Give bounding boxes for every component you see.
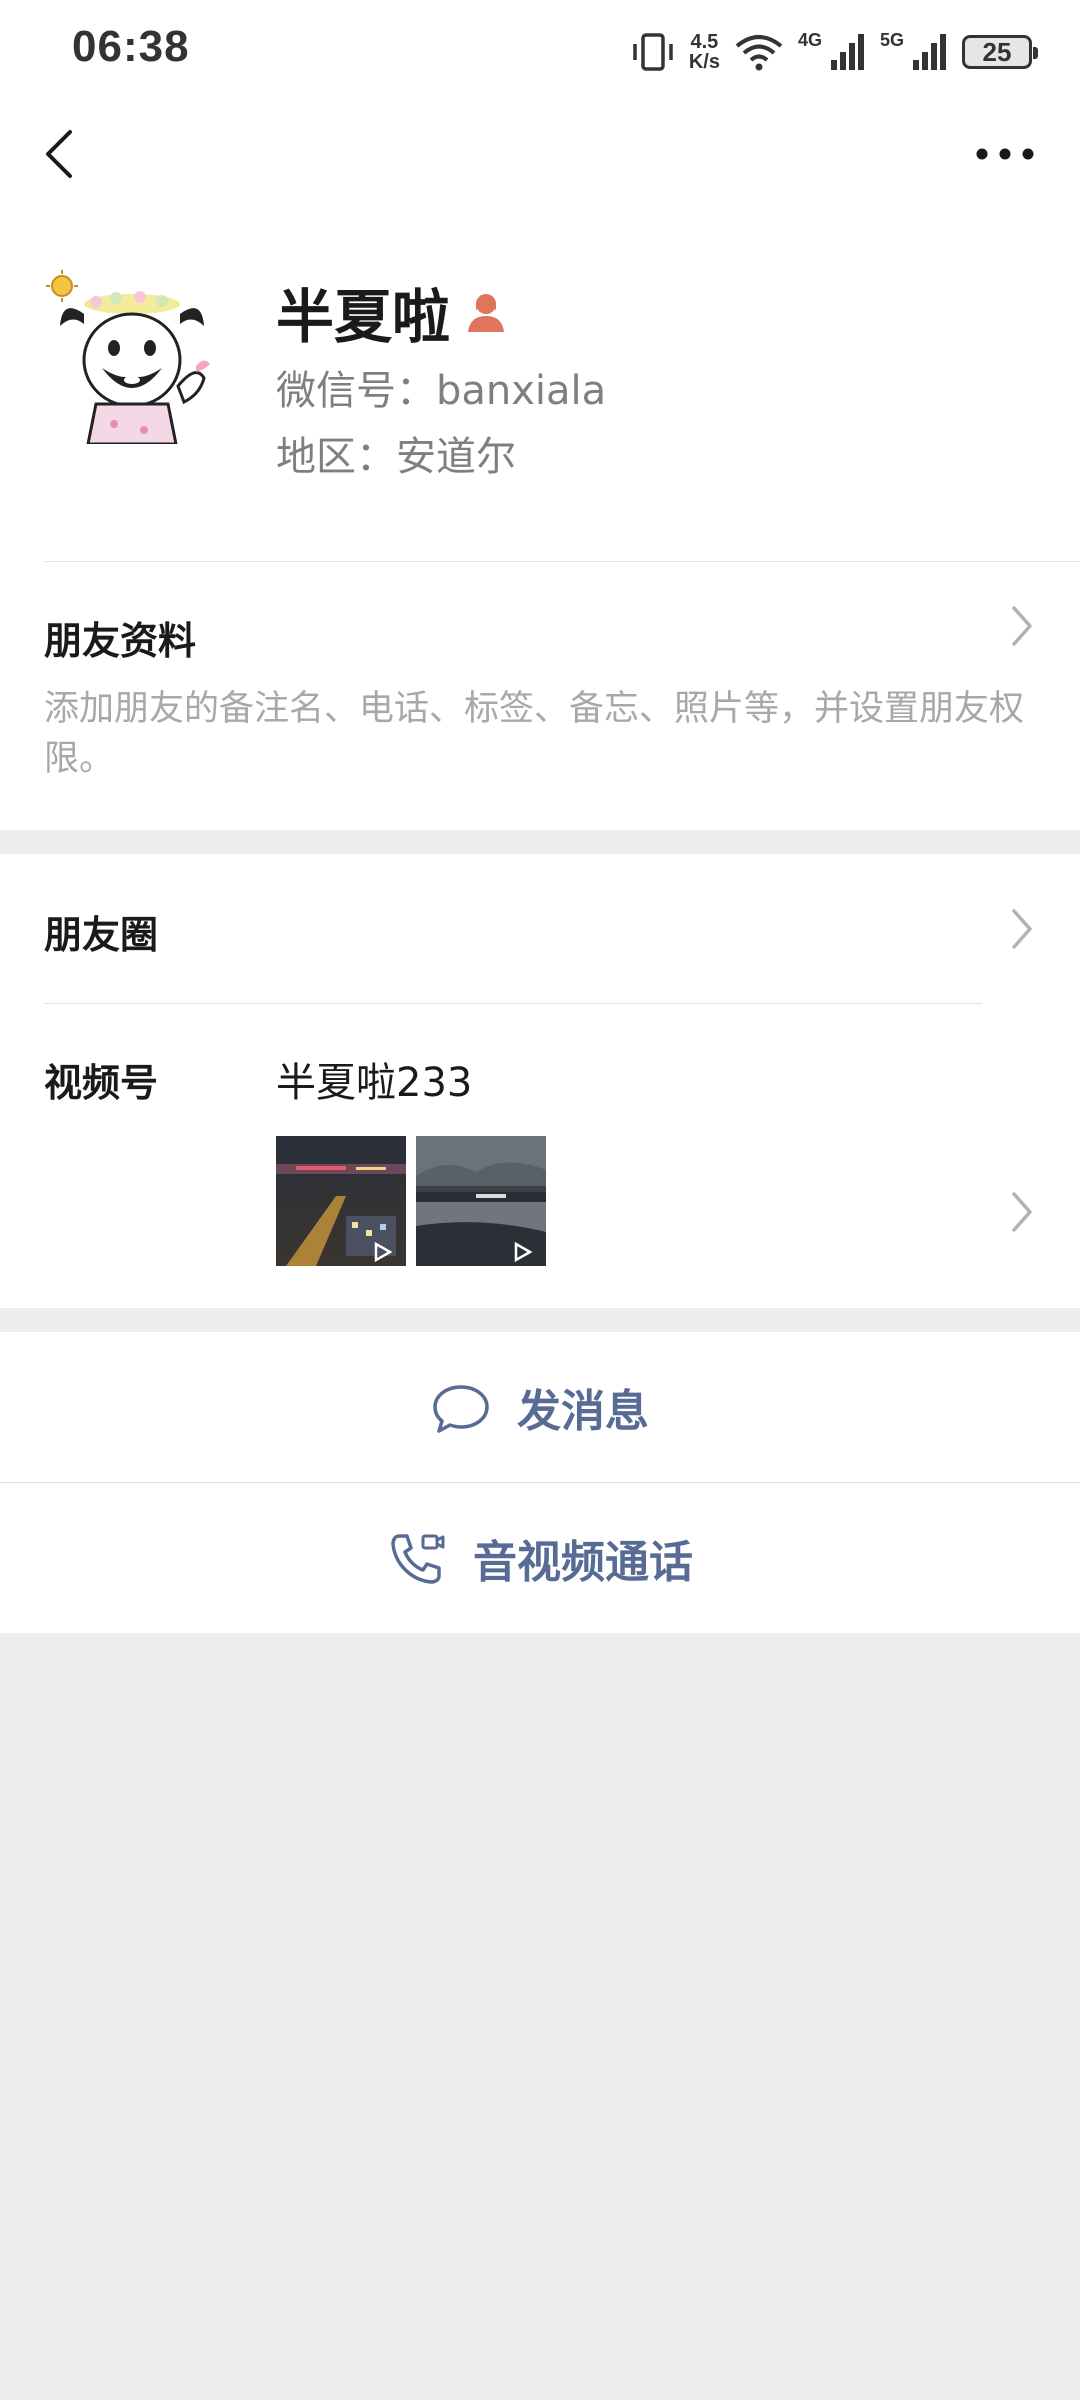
vibrate-icon bbox=[633, 33, 673, 71]
friend-info-description: 添加朋友的备注名、电话、标签、备忘、照片等，并设置朋友权限。 bbox=[44, 689, 1025, 779]
chevron-right-icon bbox=[1012, 606, 1032, 646]
signal-icon bbox=[830, 34, 864, 70]
signal-icon bbox=[913, 34, 946, 70]
nickname: 半夏啦 bbox=[276, 283, 451, 351]
channel-name: 半夏啦233 bbox=[276, 1060, 473, 1106]
network-5g-label: 5G bbox=[879, 29, 904, 50]
avatar[interactable] bbox=[44, 268, 220, 444]
female-icon bbox=[468, 294, 505, 332]
voice-video-call-label: 音视频通话 bbox=[473, 1537, 693, 1588]
battery-indicator: 25 bbox=[962, 35, 1038, 69]
status-bar: 06:38 4.5 K/s 4G 5G 25 bbox=[0, 0, 1080, 100]
net-speed: 4.5 K/s bbox=[689, 32, 720, 72]
send-message-label: 发消息 bbox=[517, 1386, 649, 1437]
region: 地区：安道尔 bbox=[276, 434, 516, 480]
moments-row[interactable]: 朋友圈 bbox=[0, 854, 1080, 1004]
wifi-icon bbox=[735, 35, 783, 71]
send-message-button[interactable]: 发消息 bbox=[0, 1332, 1080, 1482]
avatar-cartoon-image bbox=[44, 268, 220, 444]
profile-header: 半夏啦 微信号：banxiala 地区：安道尔 bbox=[0, 210, 1080, 562]
chevron-right-icon bbox=[1012, 909, 1032, 949]
friend-info-row[interactable]: 朋友资料 添加朋友的备注名、电话、标签、备忘、照片等，并设置朋友权限。 bbox=[0, 562, 1080, 830]
night-city-thumbnail-image bbox=[276, 1136, 406, 1266]
wechat-id: 微信号：banxiala bbox=[276, 368, 607, 414]
channels-row[interactable]: 视频号 半夏啦233 bbox=[0, 1004, 1080, 1308]
river-storm-thumbnail-image bbox=[416, 1136, 546, 1266]
channel-video-thumbnail[interactable] bbox=[416, 1136, 546, 1266]
more-options-icon[interactable] bbox=[970, 122, 1040, 186]
net-speed-unit: K/s bbox=[688, 51, 720, 73]
status-time: 06:38 bbox=[72, 22, 190, 71]
nickname-row: 半夏啦 bbox=[276, 270, 508, 354]
chevron-right-icon bbox=[1012, 1192, 1032, 1232]
back-arrow-icon[interactable] bbox=[30, 122, 94, 186]
network-4g-label: 4G bbox=[797, 29, 822, 50]
moments-title: 朋友圈 bbox=[44, 913, 159, 957]
voice-video-call-button[interactable]: 音视频通话 bbox=[0, 1483, 1080, 1633]
chat-bubble-icon bbox=[433, 1385, 489, 1433]
phone-video-icon bbox=[391, 1534, 445, 1584]
nav-bar bbox=[0, 100, 1080, 210]
status-icons: 4.5 K/s 4G 5G 25 bbox=[631, 24, 1038, 80]
friend-info-title: 朋友资料 bbox=[44, 619, 197, 663]
net-speed-value: 4.5 bbox=[690, 31, 719, 53]
channels-title: 视频号 bbox=[44, 1061, 159, 1105]
channel-video-thumbnail[interactable] bbox=[276, 1136, 406, 1266]
